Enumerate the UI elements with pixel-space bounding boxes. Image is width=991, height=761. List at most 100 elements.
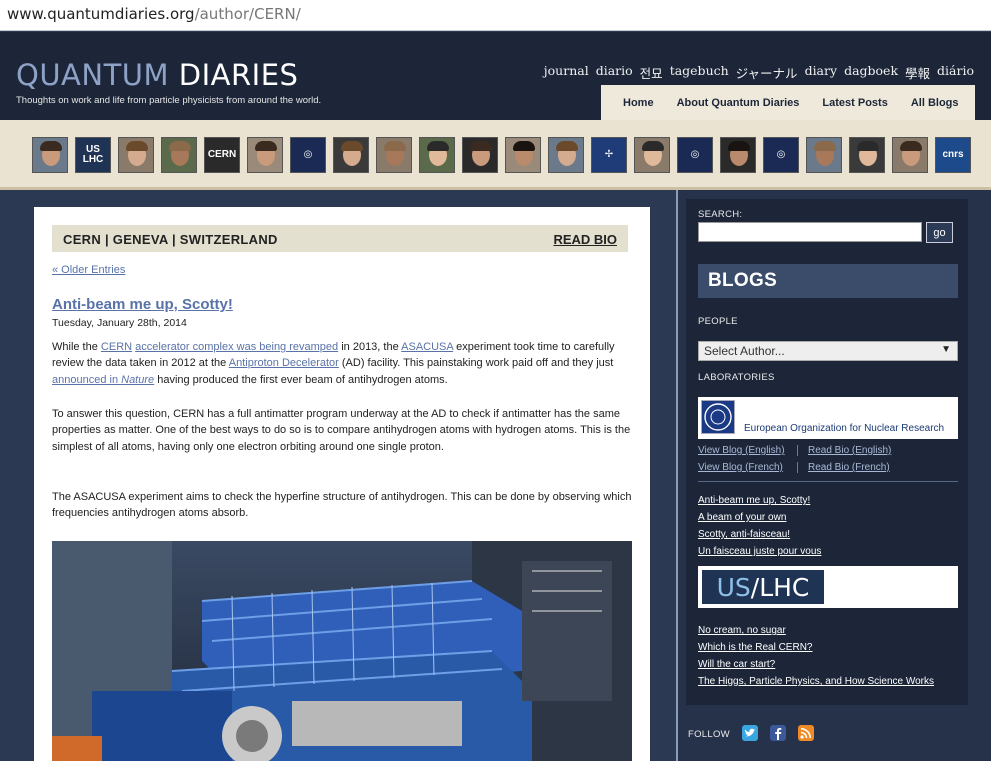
blogger-avatar[interactable] xyxy=(892,137,928,173)
search-input[interactable] xyxy=(698,222,922,242)
cern-full-name: European Organization for Nuclear Resear… xyxy=(744,423,945,434)
logo-quantum: QUANTUM xyxy=(16,58,170,92)
view-blog-french-link[interactable]: View Blog (French) xyxy=(698,462,783,473)
lang-link[interactable]: ジャーナル xyxy=(736,63,798,82)
lab-logo-avatar[interactable]: ◎ xyxy=(677,137,713,173)
blogger-avatar[interactable] xyxy=(634,137,670,173)
lang-link[interactable]: dagboek xyxy=(844,63,898,82)
cern-post-link[interactable]: Scotty, anti-faisceau! xyxy=(698,529,790,540)
lang-link[interactable]: tagebuch xyxy=(670,63,729,82)
blogger-avatar[interactable] xyxy=(118,137,154,173)
lab-logo-avatar[interactable]: ◎ xyxy=(763,137,799,173)
avatar-hair xyxy=(814,141,836,151)
avatar-hair xyxy=(857,141,879,151)
avatar-hair xyxy=(900,141,922,151)
rss-icon[interactable] xyxy=(798,725,814,741)
cern-link[interactable]: CERN xyxy=(101,341,132,353)
lab-logo-avatar[interactable]: cnrs xyxy=(935,137,971,173)
author-select[interactable]: Select Author... ▼ xyxy=(698,341,958,361)
read-bio-french-link[interactable]: Read Bio (French) xyxy=(808,462,890,473)
avatar-logo-text: US LHC xyxy=(82,144,104,165)
site-logo[interactable]: QUANTUM DIARIES xyxy=(16,58,298,92)
uslhc-banner[interactable]: US / LHC xyxy=(698,566,958,608)
blogger-avatar[interactable] xyxy=(32,137,68,173)
people-label: PEOPLE xyxy=(698,316,738,327)
follow-label: FOLLOW xyxy=(688,729,730,740)
avatar-list: US LHC CERN ◎ ✢ ◎ ◎ cnrs xyxy=(32,137,971,173)
main-nav: Home About Quantum Diaries Latest Posts … xyxy=(601,85,975,120)
twitter-icon[interactable] xyxy=(742,725,758,741)
cern-post-link[interactable]: Anti-beam me up, Scotty! xyxy=(698,495,810,506)
nav-home[interactable]: Home xyxy=(623,97,654,109)
lang-link[interactable]: journal xyxy=(544,63,589,82)
avatar-hair xyxy=(126,141,148,151)
laboratories-label: LABORATORIES xyxy=(698,372,775,383)
avatar-hair xyxy=(470,141,492,151)
site-tagline: Thoughts on work and life from particle … xyxy=(16,95,322,106)
blogger-avatar[interactable] xyxy=(161,137,197,173)
avatar-logo-text: CERN xyxy=(207,149,237,160)
search-go-button[interactable]: go xyxy=(926,222,953,243)
avatar-logo-text: ✢ xyxy=(604,149,614,160)
lang-link[interactable]: 學報 xyxy=(905,63,930,82)
lang-link[interactable]: diario xyxy=(596,63,633,82)
read-bio-english-link[interactable]: Read Bio (English) xyxy=(808,445,891,456)
sidebar-panel: SEARCH: go BLOGS PEOPLE Select Author...… xyxy=(686,199,968,705)
uslhc-logo: US / LHC xyxy=(702,570,824,604)
read-bio-link[interactable]: READ BIO xyxy=(553,232,617,247)
blogger-avatar[interactable] xyxy=(376,137,412,173)
nav-latest-posts[interactable]: Latest Posts xyxy=(822,97,887,109)
lab-logo-avatar[interactable]: US LHC xyxy=(75,137,111,173)
avatar-hair xyxy=(384,141,406,151)
cern-lab-banner[interactable]: European Organization for Nuclear Resear… xyxy=(698,397,958,439)
chevron-down-icon: ▼ xyxy=(941,344,951,355)
older-entries-link[interactable]: « Older Entries xyxy=(52,264,125,276)
cern-post-link[interactable]: A beam of your own xyxy=(698,512,786,523)
avatar-logo-text: ◎ xyxy=(776,149,786,160)
search-label: SEARCH: xyxy=(698,209,743,220)
blogger-avatar[interactable] xyxy=(720,137,756,173)
blogger-avatar[interactable] xyxy=(849,137,885,173)
uslhc-post-link[interactable]: Which is the Real CERN? xyxy=(698,642,812,653)
cern-post-link[interactable]: Un faisceau juste pour vous xyxy=(698,546,821,557)
nature-link[interactable]: announced in Nature xyxy=(52,374,154,386)
url-text[interactable]: www.quantumdiaries.org/author/CERN/ xyxy=(7,5,301,23)
lang-link[interactable]: diário xyxy=(937,63,974,82)
post-paragraph: To answer this question, CERN has a full… xyxy=(52,408,631,453)
avatar-hair xyxy=(513,141,535,151)
experiment-photo xyxy=(52,541,632,761)
lab-logo-avatar[interactable]: ✢ xyxy=(591,137,627,173)
lang-link[interactable]: diary xyxy=(805,63,838,82)
blogger-avatar[interactable] xyxy=(806,137,842,173)
uslhc-post-link[interactable]: No cream, no sugar xyxy=(698,625,786,636)
asacusa-link[interactable]: ASACUSA xyxy=(401,341,453,353)
uslhc-post-link[interactable]: The Higgs, Particle Physics, and How Sci… xyxy=(698,676,934,687)
nav-all-blogs[interactable]: All Blogs xyxy=(911,97,959,109)
lab-logo-avatar[interactable]: ◎ xyxy=(290,137,326,173)
avatar-hair xyxy=(556,141,578,151)
nav-about[interactable]: About Quantum Diaries xyxy=(677,97,800,109)
blogger-avatar[interactable] xyxy=(548,137,584,173)
antiproton-decelerator-link[interactable]: Antiproton Decelerator xyxy=(229,357,339,369)
divider xyxy=(698,481,958,482)
uslhc-post-link[interactable]: Will the car start? xyxy=(698,659,775,670)
blogger-avatar[interactable] xyxy=(419,137,455,173)
avatar-hair xyxy=(169,141,191,151)
facebook-icon[interactable] xyxy=(770,725,786,741)
blogger-avatar[interactable] xyxy=(247,137,283,173)
blogs-heading: BLOGS xyxy=(698,264,958,298)
sidebar: SEARCH: go BLOGS PEOPLE Select Author...… xyxy=(676,190,991,761)
blogger-avatar[interactable] xyxy=(462,137,498,173)
post-title[interactable]: Anti-beam me up, Scotty! xyxy=(52,296,233,313)
lang-link[interactable]: 전묘 xyxy=(640,63,663,82)
view-blog-english-link[interactable]: View Blog (English) xyxy=(698,445,785,456)
lab-logo-avatar[interactable]: CERN xyxy=(204,137,240,173)
cern-logo-icon xyxy=(701,400,735,434)
main-content: CERN | GENEVA | SWITZERLAND READ BIO « O… xyxy=(34,207,650,761)
avatar-hair xyxy=(642,141,664,151)
accelerator-link[interactable]: accelerator complex was being revamped xyxy=(135,341,338,353)
avatar-hair xyxy=(728,141,750,151)
blogger-avatar[interactable] xyxy=(505,137,541,173)
blogger-avatar[interactable] xyxy=(333,137,369,173)
browser-url-bar[interactable]: www.quantumdiaries.org/author/CERN/ xyxy=(0,0,991,31)
